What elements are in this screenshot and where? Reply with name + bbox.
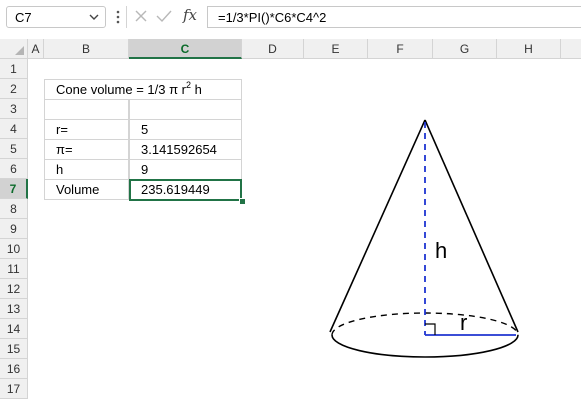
active-cell-border bbox=[129, 179, 242, 201]
row-header-14[interactable]: 14 bbox=[0, 319, 28, 339]
cell-c5[interactable]: 3.141592654 bbox=[129, 139, 242, 160]
row-header-4[interactable]: 4 bbox=[0, 119, 28, 139]
row-header-15[interactable]: 15 bbox=[0, 339, 28, 359]
cell-c3[interactable] bbox=[129, 99, 242, 120]
row-header-3[interactable]: 3 bbox=[0, 99, 28, 119]
column-header-d[interactable]: D bbox=[242, 39, 304, 59]
name-box-value: C7 bbox=[15, 10, 32, 25]
cell-c6[interactable]: 9 bbox=[129, 159, 242, 180]
row-header-10[interactable]: 10 bbox=[0, 239, 28, 259]
cone-left-side bbox=[329, 119, 426, 333]
row-header-7[interactable]: 7 bbox=[0, 179, 28, 199]
chevron-down-icon[interactable] bbox=[87, 9, 101, 25]
column-header-e[interactable]: E bbox=[304, 39, 368, 59]
title-prefix: Cone volume = 1/3 π r bbox=[56, 82, 187, 97]
column-header-f[interactable]: F bbox=[368, 39, 433, 59]
cell-b3[interactable] bbox=[44, 99, 129, 120]
formula-text: =1/3*PI()*C6*C4^2 bbox=[218, 10, 327, 25]
column-header-b[interactable]: B bbox=[44, 39, 129, 59]
column-header-g[interactable]: G bbox=[433, 39, 497, 59]
fill-handle[interactable] bbox=[239, 198, 246, 205]
cone-diagram[interactable]: h r bbox=[320, 110, 530, 375]
insert-function-icon[interactable]: fx bbox=[183, 6, 197, 24]
row-header-9[interactable]: 9 bbox=[0, 219, 28, 239]
enter-check-icon[interactable] bbox=[156, 9, 172, 23]
radius-label: r bbox=[460, 310, 467, 335]
cancel-icon[interactable] bbox=[134, 9, 148, 23]
cone-right-side bbox=[424, 119, 519, 333]
formula-input[interactable]: =1/3*PI()*C6*C4^2 bbox=[207, 6, 581, 28]
column-header-h[interactable]: H bbox=[497, 39, 561, 59]
column-header-a[interactable]: A bbox=[28, 39, 44, 59]
cell-b6[interactable]: h bbox=[44, 159, 129, 180]
row-header-2[interactable]: 2 bbox=[0, 79, 28, 99]
row-header-13[interactable]: 13 bbox=[0, 299, 28, 319]
title-suffix: h bbox=[191, 82, 202, 97]
formula-bar-separator bbox=[126, 6, 127, 28]
row-header-17[interactable]: 17 bbox=[0, 379, 28, 399]
name-box[interactable]: C7 bbox=[6, 6, 106, 28]
row-header-16[interactable]: 16 bbox=[0, 359, 28, 379]
row-header-12[interactable]: 12 bbox=[0, 279, 28, 299]
right-angle-marker bbox=[425, 323, 436, 335]
cell-b4[interactable]: r= bbox=[44, 119, 129, 140]
row-header-6[interactable]: 6 bbox=[0, 159, 28, 179]
row-header-1[interactable]: 1 bbox=[0, 59, 28, 79]
cell-b5[interactable]: π= bbox=[44, 139, 129, 160]
column-header-overflow bbox=[561, 39, 581, 59]
more-options-icon[interactable] bbox=[116, 10, 120, 24]
column-header-c[interactable]: C bbox=[129, 39, 242, 59]
row-header-8[interactable]: 8 bbox=[0, 199, 28, 219]
cell-b7[interactable]: Volume bbox=[44, 179, 129, 200]
select-all-button[interactable] bbox=[0, 39, 28, 59]
cone-base-front-arc bbox=[331, 334, 519, 358]
cell-c4[interactable]: 5 bbox=[129, 119, 242, 140]
row-header-11[interactable]: 11 bbox=[0, 259, 28, 279]
cell-b2-title[interactable]: Cone volume = 1/3 π r2 h bbox=[44, 79, 242, 100]
formula-bar: C7 fx =1/3*PI()*C6*C4^2 bbox=[0, 0, 581, 35]
row-header-5[interactable]: 5 bbox=[0, 139, 28, 159]
height-label: h bbox=[435, 238, 447, 263]
